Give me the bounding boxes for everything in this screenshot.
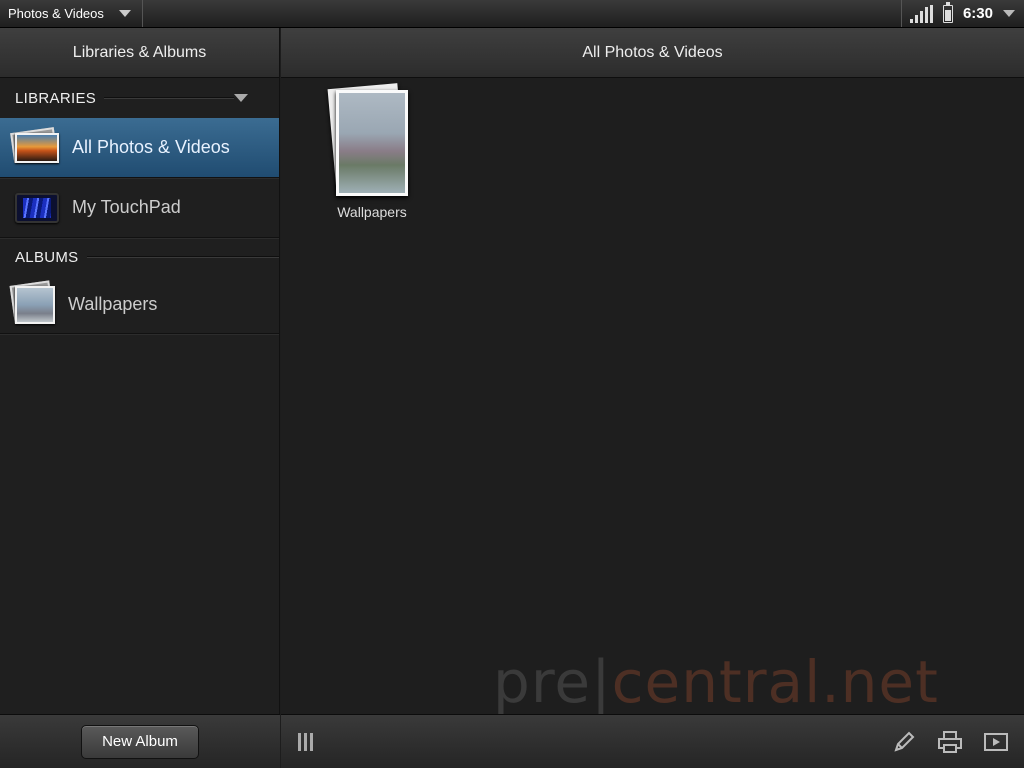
sidebar-item-label: Wallpapers [68,294,158,314]
divider [900,0,902,27]
slideshow-icon[interactable] [983,729,1009,755]
status-bar: Photos & Videos 6:30 [0,0,1024,28]
albums-label: ALBUMS [15,248,79,266]
sidebar-item-label: All Photos & Videos [72,137,230,157]
grip-icon[interactable] [298,733,313,751]
page-title: All Photos & Videos [281,28,1024,78]
clock: 6:30 [962,5,993,22]
sidebar-footer: New Album [0,714,280,768]
new-album-button[interactable]: New Album [81,724,199,759]
album-tile-wallpapers[interactable]: Wallpapers [327,83,411,220]
touchpad-icon [15,192,59,223]
watermark: pre|central.net [493,648,939,716]
album-caption: Wallpapers [337,204,407,220]
signal-icon [909,4,933,23]
app-menu[interactable]: Photos & Videos [0,0,143,27]
libraries-section-header[interactable]: LIBRARIES [0,78,279,118]
status-right[interactable]: 6:30 [900,0,1024,27]
libraries-label: LIBRARIES [15,89,97,107]
album-thumbnail-icon [9,279,55,324]
divider [86,256,279,258]
app-menu-title: Photos & Videos [8,6,104,21]
collapse-triangle-icon[interactable] [234,94,248,102]
chevron-down-icon [119,10,131,17]
sidebar: Libraries & Albums LIBRARIES All Photos … [0,28,280,768]
albums-section-header: ALBUMS [0,238,279,276]
chevron-down-icon[interactable] [1003,10,1015,17]
sidebar-item-wallpapers[interactable]: Wallpapers [0,276,279,334]
divider [104,97,234,99]
sidebar-item-label: My TouchPad [72,197,181,217]
main-pane: All Photos & Videos Wallpapers pre|centr… [281,28,1024,768]
main-toolbar [281,714,1024,768]
print-icon[interactable] [937,729,963,755]
edit-icon[interactable] [891,729,917,755]
sidebar-item-all-photos[interactable]: All Photos & Videos [0,118,279,178]
photo-stack-icon [10,126,59,163]
sidebar-item-my-touchpad[interactable]: My TouchPad [0,178,279,238]
sidebar-header: Libraries & Albums [0,28,279,78]
album-cover [327,83,408,200]
battery-icon [942,1,953,23]
